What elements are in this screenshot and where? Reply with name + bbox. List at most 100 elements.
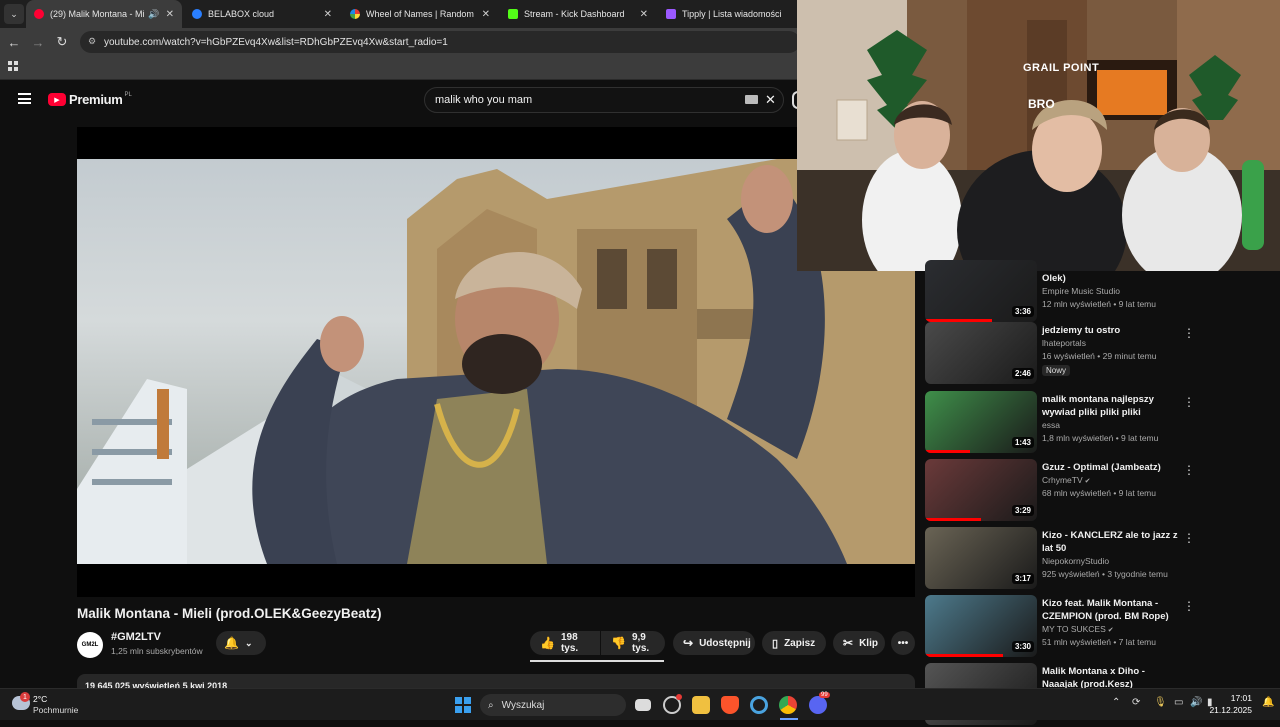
scissors-icon: ✂ <box>843 636 854 650</box>
more-options-icon[interactable]: ⋮ <box>1183 463 1195 477</box>
tab-youtube[interactable]: (29) Malik Montana - Mieli (prod 🔊 ✕ <box>26 0 182 28</box>
video-player[interactable] <box>77 127 915 597</box>
channel-name[interactable]: Empire Music Studio <box>1042 286 1120 296</box>
taskbar-search[interactable]: ⌕ Wyszukaj <box>480 694 626 716</box>
channel-name[interactable]: MY TO SUKCES ✔ <box>1042 624 1114 634</box>
channel-avatar[interactable]: GM2L <box>77 632 103 658</box>
more-actions-button[interactable]: ••• <box>891 631 915 655</box>
clear-search-icon[interactable]: ✕ <box>765 92 776 108</box>
sync-icon[interactable]: ⟳ <box>1132 697 1140 708</box>
recommendation-title[interactable]: jedziemy tu ostro <box>1042 324 1182 337</box>
share-button[interactable]: ↪ Udostępnij <box>673 631 755 655</box>
recommendation-item[interactable]: 3:17 Kizo - KANCLERZ ale to jazz z lat 50… <box>925 527 1225 591</box>
close-tab-icon[interactable]: ✕ <box>640 9 648 20</box>
video-thumbnail[interactable]: 3:36 <box>925 260 1037 322</box>
play-logo-icon: ▶ <box>48 93 66 106</box>
new-badge: Nowy <box>1042 365 1071 376</box>
close-tab-icon[interactable]: ✕ <box>324 9 332 20</box>
webcam-scene <box>797 0 1280 271</box>
channel-label: essa <box>1042 420 1060 430</box>
video-thumbnail[interactable]: 3:29 <box>925 459 1037 521</box>
discord-icon[interactable] <box>809 696 827 714</box>
chrome-icon[interactable] <box>779 696 797 714</box>
recommendation-item[interactable]: 2:46 jedziemy tu ostro lhateportals 16 wyśw… <box>925 322 1225 386</box>
network-icon[interactable]: ▭ <box>1174 697 1183 708</box>
settings-badge <box>676 694 682 700</box>
thumbs-down-icon: 👎 <box>611 636 626 650</box>
reload-button[interactable]: ↻ <box>52 32 72 52</box>
like-button[interactable]: 👍 198 tys. <box>530 631 600 655</box>
brave-browser-icon[interactable] <box>721 696 739 714</box>
recommendation-item[interactable]: 3:29 Gzuz - Optimal (Jambeatz) CrhymeTV ✔ 6… <box>925 459 1225 523</box>
chevron-up-icon[interactable]: ⌃ <box>1112 697 1120 708</box>
site-info-icon[interactable]: ⚙ <box>88 36 96 47</box>
menu-icon[interactable] <box>18 93 31 104</box>
audio-icon[interactable]: 🔊 <box>148 9 159 20</box>
kick-favicon-icon <box>508 9 518 19</box>
youtube-logo[interactable]: ▶ Premium PL <box>48 92 132 107</box>
ccleaner-icon[interactable] <box>750 696 768 714</box>
weather-label[interactable]: Pochmurnie <box>33 705 78 715</box>
dislike-count: 9,9 tys. <box>631 632 650 654</box>
search-value[interactable]: malik who you mam <box>435 94 532 106</box>
video-thumbnail[interactable]: 2:46 <box>925 322 1037 384</box>
forward-button[interactable]: → <box>28 32 48 52</box>
more-options-icon[interactable]: ⋮ <box>1183 326 1195 340</box>
channel-name[interactable]: #GM2LTV <box>111 631 161 643</box>
notifications-bell-icon[interactable]: 🔔 <box>1262 697 1274 708</box>
more-options-icon[interactable]: ⋮ <box>1183 531 1195 545</box>
more-options-icon[interactable]: ⋮ <box>1183 395 1195 409</box>
keyboard-icon[interactable] <box>745 95 758 104</box>
address-bar[interactable]: ⚙ youtube.com/watch?v=hGbPZEvq4Xw&list=R… <box>80 31 800 53</box>
url-text[interactable]: youtube.com/watch?v=hGbPZEvq4Xw&list=RDh… <box>104 37 448 48</box>
channel-name[interactable]: CrhymeTV ✔ <box>1042 475 1090 485</box>
duration-badge: 3:17 <box>1011 573 1034 584</box>
file-explorer-icon[interactable] <box>692 696 710 714</box>
video-stats: 1,8 mln wyświetleń • 9 lat temu <box>1042 433 1159 443</box>
dislike-button[interactable]: 👎 9,9 tys. <box>601 631 665 655</box>
volume-icon[interactable]: 🔊 <box>1190 697 1202 708</box>
recommendation-title[interactable]: Kizo feat. Malik Montana - CZEMPION (pro… <box>1042 597 1182 623</box>
bro-banner: BRO <box>1028 97 1055 111</box>
recommendation-title[interactable]: Gzuz - Optimal (Jambeatz) <box>1042 461 1182 474</box>
clip-button[interactable]: ✂ Klip <box>833 631 885 655</box>
recommendation-item[interactable]: 3:30 Kizo feat. Malik Montana - CZEMPION … <box>925 595 1225 659</box>
task-view-icon[interactable] <box>635 699 651 711</box>
microphone-icon[interactable]: 🎙 <box>1154 697 1167 708</box>
video-thumbnail[interactable]: 3:30 <box>925 595 1037 657</box>
clock-time[interactable]: 17:01 <box>1212 693 1252 703</box>
windows-taskbar: 1 2°C Pochmurnie ⌕ Wyszukaj 99 ⌃ ⟳ 🎙 ▭ 🔊… <box>0 688 1280 720</box>
recommendation-title[interactable]: Olek) <box>1042 272 1182 285</box>
clock-date[interactable]: 21.12.2025 <box>1206 705 1252 715</box>
save-button[interactable]: ▯ Zapisz <box>762 631 826 655</box>
tipply-favicon-icon <box>666 9 676 19</box>
video-thumbnail[interactable]: 1:43 <box>925 391 1037 453</box>
recommendation-title[interactable]: Kizo - KANCLERZ ale to jazz z lat 50 <box>1042 529 1182 555</box>
tab-belabox[interactable]: BELABOX cloud ✕ <box>184 0 340 28</box>
channel-name[interactable]: lhateportals <box>1042 338 1086 348</box>
recommendation-item[interactable]: 1:43 malik montana najlepszy wywiad pliki… <box>925 391 1225 455</box>
subscription-bell-button[interactable]: 🔔 ⌄ <box>216 631 266 655</box>
tab-wheel-of-names[interactable]: Wheel of Names | Random name ✕ <box>342 0 498 28</box>
video-thumbnail[interactable]: 3:17 <box>925 527 1037 589</box>
windows-start-icon[interactable] <box>455 697 471 713</box>
close-tab-icon[interactable]: ✕ <box>482 9 490 20</box>
channel-name[interactable]: essa <box>1042 420 1060 430</box>
tab-tipply[interactable]: Tipply | Lista wiadomości <box>658 0 798 28</box>
temperature[interactable]: 2°C <box>33 694 47 704</box>
tab-search-button[interactable]: ⌄ <box>4 4 24 24</box>
bell-icon: 🔔 <box>224 636 239 650</box>
channel-name[interactable]: NiepokornyStudio <box>1042 556 1109 566</box>
close-tab-icon[interactable]: ✕ <box>166 9 174 20</box>
tab-kick[interactable]: Stream - Kick Dashboard ✕ <box>500 0 656 28</box>
channel-label: MY TO SUKCES <box>1042 624 1106 634</box>
search-input[interactable]: malik who you mam ✕ <box>424 87 784 113</box>
video-stats: 925 wyświetleń • 3 tygodnie temu <box>1042 569 1168 579</box>
recommendation-title[interactable]: malik montana najlepszy wywiad pliki pli… <box>1042 393 1182 419</box>
video-frame[interactable] <box>77 159 915 564</box>
duration-badge: 3:30 <box>1011 641 1034 652</box>
back-button[interactable]: ← <box>4 32 24 52</box>
apps-grid-icon[interactable] <box>8 61 18 71</box>
webcam-overlay: GRAIL POINT BRO <box>797 0 1280 271</box>
more-options-icon[interactable]: ⋮ <box>1183 599 1195 613</box>
